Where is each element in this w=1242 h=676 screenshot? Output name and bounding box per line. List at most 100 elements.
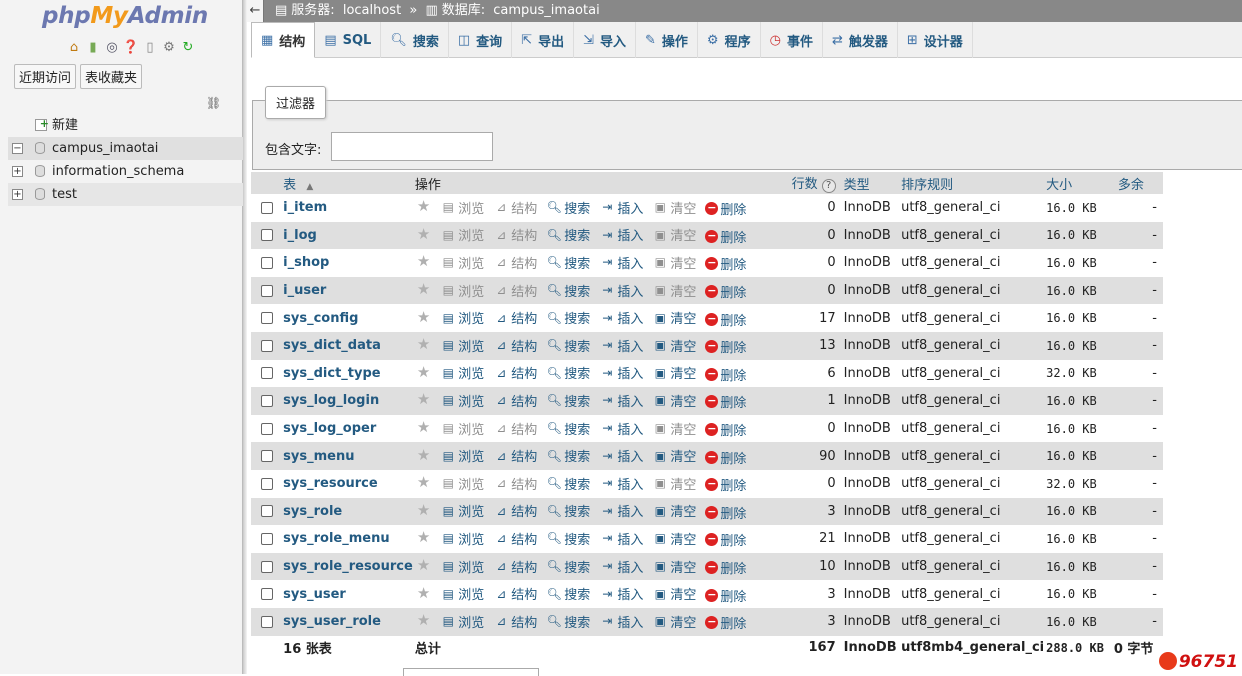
header-table[interactable]: 表 ▲ [281, 172, 413, 194]
row-checkbox[interactable] [261, 395, 273, 407]
drop-link[interactable]: −删除 [705, 199, 746, 218]
search-link[interactable]: 🔍︎搜索 [546, 419, 590, 438]
table-size[interactable]: 16.0 KB [1044, 608, 1114, 636]
browse-link[interactable]: ▤浏览 [440, 225, 484, 244]
table-name-link[interactable]: sys_dict_data [281, 332, 413, 360]
search-link[interactable]: 🔍︎搜索 [546, 529, 590, 548]
favorite-star-icon[interactable]: ★ [417, 225, 430, 243]
browse-link[interactable]: ▤浏览 [440, 391, 484, 410]
structure-link[interactable]: ⊿结构 [493, 557, 537, 576]
table-name-link[interactable]: sys_user [281, 580, 413, 608]
tab-events[interactable]: ◷事件 [761, 22, 823, 58]
browse-link[interactable]: ▤浏览 [440, 446, 484, 465]
empty-link[interactable]: ▣清空 [652, 529, 696, 548]
search-link[interactable]: 🔍︎搜索 [546, 391, 590, 410]
docs-icon[interactable]: ❓ [123, 40, 139, 56]
table-size[interactable]: 16.0 KB [1044, 194, 1114, 222]
favorite-star-icon[interactable]: ★ [417, 501, 430, 519]
browse-link[interactable]: ▤浏览 [440, 363, 484, 382]
insert-link[interactable]: ⇥插入 [599, 612, 643, 631]
table-name-link[interactable]: sys_config [281, 304, 413, 332]
structure-link[interactable]: ⊿结构 [493, 612, 537, 631]
table-name-link[interactable]: sys_user_role [281, 608, 413, 636]
search-link[interactable]: 🔍︎搜索 [546, 363, 590, 382]
row-checkbox[interactable] [261, 340, 273, 352]
table-name-link[interactable]: sys_dict_type [281, 360, 413, 388]
insert-link[interactable]: ⇥插入 [599, 474, 643, 493]
table-size[interactable]: 16.0 KB [1044, 249, 1114, 277]
drop-link[interactable]: −删除 [705, 310, 746, 329]
structure-link[interactable]: ⊿结构 [493, 281, 537, 300]
structure-link[interactable]: ⊿结构 [493, 198, 537, 217]
header-size[interactable]: 大小 [1044, 172, 1114, 194]
table-size[interactable]: 32.0 KB [1044, 470, 1114, 498]
table-name-link[interactable]: sys_resource [281, 470, 413, 498]
help-icon[interactable]: ? [822, 179, 836, 193]
insert-link[interactable]: ⇥插入 [599, 419, 643, 438]
tree-item-new[interactable]: 新建 [8, 114, 243, 137]
drop-link[interactable]: −删除 [705, 503, 746, 522]
expand-icon[interactable]: + [12, 166, 23, 177]
drop-link[interactable]: −删除 [705, 365, 746, 384]
structure-link[interactable]: ⊿结构 [493, 308, 537, 327]
table-name-link[interactable]: i_user [281, 277, 413, 305]
drop-link[interactable]: −删除 [705, 227, 746, 246]
search-link[interactable]: 🔍︎搜索 [546, 474, 590, 493]
row-checkbox[interactable] [261, 229, 273, 241]
row-checkbox[interactable] [261, 450, 273, 462]
table-name-link[interactable]: i_log [281, 222, 413, 250]
table-name-link[interactable]: sys_role_menu [281, 525, 413, 553]
browse-link[interactable]: ▤浏览 [440, 557, 484, 576]
browse-link[interactable]: ▤浏览 [440, 474, 484, 493]
row-checkbox[interactable] [261, 533, 273, 545]
empty-link[interactable]: ▣清空 [652, 281, 696, 300]
browse-link[interactable]: ▤浏览 [440, 253, 484, 272]
favorite-star-icon[interactable]: ★ [417, 418, 430, 436]
drop-link[interactable]: −删除 [705, 337, 746, 356]
row-checkbox[interactable] [261, 285, 273, 297]
phpmyadmin-logo[interactable]: phpMyAdmin [42, 3, 208, 29]
browse-link[interactable]: ▤浏览 [440, 529, 484, 548]
row-checkbox[interactable] [261, 561, 273, 573]
insert-link[interactable]: ⇥插入 [599, 281, 643, 300]
search-link[interactable]: 🔍︎搜索 [546, 501, 590, 520]
search-link[interactable]: 🔍︎搜索 [546, 446, 590, 465]
drop-link[interactable]: −删除 [705, 282, 746, 301]
breadcrumb-database[interactable]: campus_imaotai [493, 3, 599, 18]
tab-operations[interactable]: ✎操作 [636, 22, 698, 58]
row-checkbox[interactable] [261, 257, 273, 269]
table-size[interactable]: 16.0 KB [1044, 277, 1114, 305]
structure-link[interactable]: ⊿结构 [493, 253, 537, 272]
structure-link[interactable]: ⊿结构 [493, 529, 537, 548]
tab-import[interactable]: ⇲导入 [574, 22, 636, 58]
empty-link[interactable]: ▣清空 [652, 198, 696, 217]
header-collation[interactable]: 排序规则 [899, 172, 1044, 194]
search-link[interactable]: 🔍︎搜索 [546, 308, 590, 327]
reload-icon[interactable]: ↻ [180, 40, 196, 56]
drop-link[interactable]: −删除 [705, 530, 746, 549]
header-type[interactable]: 类型 [842, 172, 899, 194]
browse-link[interactable]: ▤浏览 [440, 281, 484, 300]
breadcrumb-server[interactable]: localhost [343, 3, 401, 18]
insert-link[interactable]: ⇥插入 [599, 225, 643, 244]
empty-link[interactable]: ▣清空 [652, 419, 696, 438]
favorite-star-icon[interactable]: ★ [417, 252, 430, 270]
structure-link[interactable]: ⊿结构 [493, 446, 537, 465]
table-name-link[interactable]: sys_menu [281, 442, 413, 470]
table-size[interactable]: 16.0 KB [1044, 387, 1114, 415]
search-link[interactable]: 🔍︎搜索 [546, 225, 590, 244]
search-link[interactable]: 🔍︎搜索 [546, 557, 590, 576]
insert-link[interactable]: ⇥插入 [599, 584, 643, 603]
empty-link[interactable]: ▣清空 [652, 225, 696, 244]
structure-link[interactable]: ⊿结构 [493, 474, 537, 493]
favorite-star-icon[interactable]: ★ [417, 556, 430, 574]
header-rows[interactable]: 行数? [786, 172, 842, 194]
tab-sql[interactable]: ▤SQL [315, 22, 381, 58]
tab-export[interactable]: ⇱导出 [512, 22, 574, 58]
sql-query-icon[interactable]: ◎ [104, 40, 120, 56]
tab-routines[interactable]: ⚙程序 [698, 22, 761, 58]
gear-icon[interactable]: ⚙ [161, 40, 177, 56]
empty-link[interactable]: ▣清空 [652, 391, 696, 410]
empty-link[interactable]: ▣清空 [652, 308, 696, 327]
browse-link[interactable]: ▤浏览 [440, 198, 484, 217]
